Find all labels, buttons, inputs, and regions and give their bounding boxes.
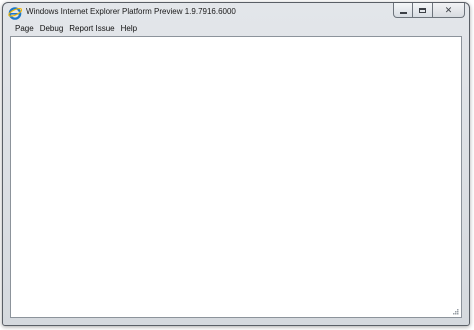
menu-debug[interactable]: Debug xyxy=(37,23,67,35)
browser-content-area[interactable] xyxy=(10,36,462,318)
window-title: Windows Internet Explorer Platform Previ… xyxy=(26,7,236,16)
minimize-button[interactable] xyxy=(393,3,413,18)
caption-buttons: ✕ xyxy=(393,3,465,19)
close-button[interactable]: ✕ xyxy=(433,3,465,18)
close-icon: ✕ xyxy=(444,4,453,15)
menu-help[interactable]: Help xyxy=(118,23,140,35)
minimize-icon xyxy=(399,11,407,14)
maximize-icon xyxy=(419,7,426,13)
menu-report-issue[interactable]: Report Issue xyxy=(66,23,117,35)
menu-page[interactable]: Page xyxy=(10,23,37,35)
menu-bar: Page Debug Report Issue Help xyxy=(10,23,462,35)
app-window: Windows Internet Explorer Platform Previ… xyxy=(2,2,470,326)
title-bar[interactable]: Windows Internet Explorer Platform Previ… xyxy=(3,3,469,23)
maximize-button[interactable] xyxy=(413,3,433,18)
ie-logo-icon[interactable] xyxy=(8,6,22,20)
resize-grip-icon[interactable] xyxy=(451,307,460,316)
